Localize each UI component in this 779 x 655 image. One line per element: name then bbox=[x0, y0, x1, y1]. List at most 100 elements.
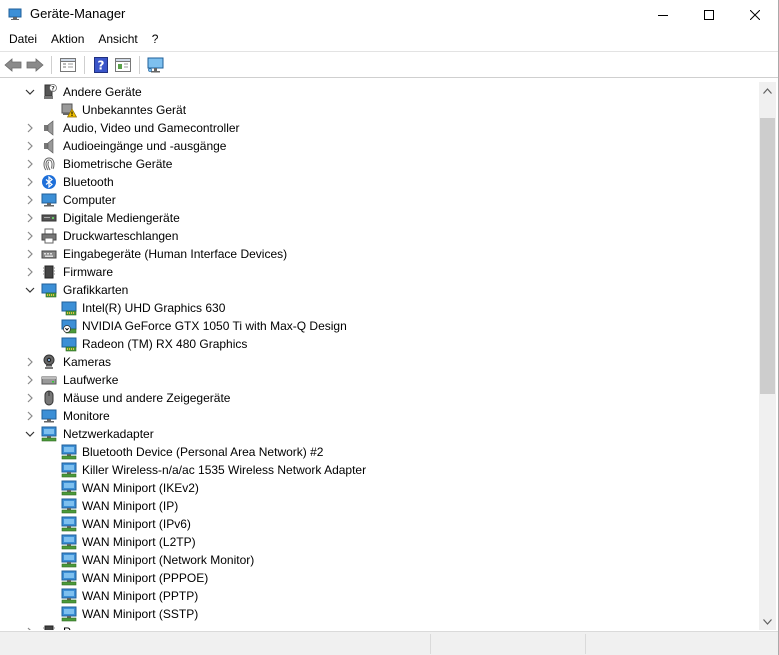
tree-item-label: Radeon (TM) RX 480 Graphics bbox=[82, 337, 248, 351]
tree-category-row[interactable]: Bluetooth bbox=[1, 173, 759, 191]
tree-device-row[interactable]: WAN Miniport (SSTP) bbox=[1, 605, 759, 623]
chevron-right-icon[interactable] bbox=[24, 392, 36, 404]
device-tree[interactable]: ? Andere Geräte Unbekanntes Gerät Audio, Vi… bbox=[1, 82, 759, 630]
chevron-right-icon[interactable] bbox=[24, 356, 36, 368]
close-button[interactable] bbox=[732, 0, 778, 29]
tree-device-row[interactable]: Bluetooth Device (Personal Area Network)… bbox=[1, 443, 759, 461]
properties-view-icon bbox=[60, 57, 76, 72]
chevron-right-icon[interactable] bbox=[24, 212, 36, 224]
tree-category-row[interactable]: Laufwerke bbox=[1, 371, 759, 389]
camera-icon bbox=[43, 354, 55, 369]
menu-aktion[interactable]: Aktion bbox=[44, 29, 91, 49]
tree-category-row[interactable]: P bbox=[1, 623, 759, 630]
tree-category-row[interactable]: Grafikkarten bbox=[1, 281, 759, 299]
tree-item-label: Kameras bbox=[63, 355, 112, 369]
network-adapter-icon bbox=[61, 588, 77, 604]
status-segment bbox=[585, 634, 586, 654]
tree-item-label: Audio, Video und Gamecontroller bbox=[63, 121, 240, 135]
display-adapter-icon bbox=[61, 337, 77, 352]
menu-ansicht[interactable]: Ansicht bbox=[91, 29, 144, 49]
status-segment bbox=[430, 634, 431, 654]
toolbar-separator bbox=[139, 55, 140, 74]
close-icon bbox=[750, 9, 760, 20]
tree-category-row[interactable]: ? Andere Geräte bbox=[1, 83, 759, 101]
tree-device-row[interactable]: WAN Miniport (IPv6) bbox=[1, 515, 759, 533]
tree-category-row[interactable]: Kameras bbox=[1, 353, 759, 371]
speaker-icon bbox=[44, 138, 54, 154]
properties-view-button[interactable] bbox=[57, 54, 79, 76]
maximize-button[interactable] bbox=[686, 0, 732, 29]
minimize-icon bbox=[658, 14, 668, 16]
monitor-icon bbox=[41, 409, 57, 423]
tree-category-row[interactable]: Eingabegeräte (Human Interface Devices) bbox=[1, 245, 759, 263]
scroll-thumb[interactable] bbox=[760, 118, 775, 394]
chevron-right-icon[interactable] bbox=[24, 230, 36, 242]
chevron-right-icon[interactable] bbox=[24, 248, 36, 260]
tree-device-row[interactable]: NVIDIA GeForce GTX 1050 Ti with Max-Q De… bbox=[1, 317, 759, 335]
scroll-up-button[interactable] bbox=[759, 82, 776, 99]
tree-category-row[interactable]: Netzwerkadapter bbox=[1, 425, 759, 443]
tree-item-label: WAN Miniport (PPPOE) bbox=[82, 571, 209, 585]
tree-category-row[interactable]: Mäuse und andere Zeigegeräte bbox=[1, 389, 759, 407]
tree-category-row[interactable]: Monitore bbox=[1, 407, 759, 425]
scroll-down-button[interactable] bbox=[759, 613, 776, 630]
chevron-right-icon[interactable] bbox=[24, 266, 36, 278]
tree-device-row[interactable]: Unbekanntes Gerät bbox=[1, 101, 759, 119]
tree-device-row[interactable]: WAN Miniport (PPTP) bbox=[1, 587, 759, 605]
back-button[interactable] bbox=[2, 54, 24, 76]
chevron-up-icon bbox=[763, 87, 772, 94]
tree-device-row[interactable]: WAN Miniport (IKEv2) bbox=[1, 479, 759, 497]
help-button[interactable]: ? bbox=[90, 54, 112, 76]
chevron-right-icon[interactable] bbox=[24, 176, 36, 188]
tree-item-label: WAN Miniport (SSTP) bbox=[82, 607, 199, 621]
tree-item-label: Unbekanntes Gerät bbox=[82, 103, 187, 117]
menu-datei[interactable]: Datei bbox=[2, 29, 44, 49]
chevron-right-icon[interactable] bbox=[24, 158, 36, 170]
tree-device-row[interactable]: WAN Miniport (Network Monitor) bbox=[1, 551, 759, 569]
chevron-right-icon[interactable] bbox=[24, 410, 36, 422]
forward-button[interactable] bbox=[24, 54, 46, 76]
tree-item-label: Monitore bbox=[63, 409, 110, 423]
tree-device-row[interactable]: WAN Miniport (L2TP) bbox=[1, 533, 759, 551]
svg-text:?: ? bbox=[98, 58, 105, 72]
details-view-button[interactable] bbox=[112, 54, 134, 76]
disabled-display-adapter-icon bbox=[61, 319, 77, 334]
tree-item-label: Druckwarteschlangen bbox=[63, 229, 179, 243]
network-adapter-icon bbox=[61, 534, 77, 550]
tree-item-label: Bluetooth Device (Personal Area Network)… bbox=[82, 445, 324, 459]
menu-help[interactable]: ? bbox=[145, 29, 166, 49]
vertical-scrollbar[interactable] bbox=[759, 82, 776, 630]
tree-category-row[interactable]: Digitale Mediengeräte bbox=[1, 209, 759, 227]
tree-device-row[interactable]: WAN Miniport (PPPOE) bbox=[1, 569, 759, 587]
chevron-right-icon[interactable] bbox=[24, 140, 36, 152]
chevron-down-icon[interactable] bbox=[24, 428, 36, 440]
chevron-down-icon[interactable] bbox=[24, 86, 36, 98]
chip-icon bbox=[43, 265, 55, 279]
tree-device-row[interactable]: Radeon (TM) RX 480 Graphics bbox=[1, 335, 759, 353]
tree-category-row[interactable]: Audio, Video und Gamecontroller bbox=[1, 119, 759, 137]
chevron-down-icon[interactable] bbox=[24, 284, 36, 296]
minimize-button[interactable] bbox=[640, 0, 686, 29]
chevron-right-icon[interactable] bbox=[24, 374, 36, 386]
tree-device-row[interactable]: Intel(R) UHD Graphics 630 bbox=[1, 299, 759, 317]
tree-category-row[interactable]: Computer bbox=[1, 191, 759, 209]
title-bar[interactable]: Geräte-Manager bbox=[0, 0, 778, 29]
help-icon: ? bbox=[94, 56, 108, 73]
chevron-right-icon[interactable] bbox=[24, 194, 36, 206]
chevron-right-icon[interactable] bbox=[24, 626, 36, 630]
tree-category-row[interactable]: Firmware bbox=[1, 263, 759, 281]
tree-device-row[interactable]: Killer Wireless-n/a/ac 1535 Wireless Net… bbox=[1, 461, 759, 479]
tree-device-row[interactable]: WAN Miniport (IP) bbox=[1, 497, 759, 515]
tree-item-label: Intel(R) UHD Graphics 630 bbox=[82, 301, 226, 315]
tree-item-label: Computer bbox=[63, 193, 116, 207]
tree-item-label: P bbox=[63, 624, 71, 630]
scan-hardware-button[interactable] bbox=[145, 54, 167, 76]
tree-category-row[interactable]: Druckwarteschlangen bbox=[1, 227, 759, 245]
back-icon bbox=[4, 57, 22, 72]
network-adapter-icon bbox=[61, 480, 77, 496]
tree-category-row[interactable]: Audioeingänge und -ausgänge bbox=[1, 137, 759, 155]
tree-item-label: WAN Miniport (L2TP) bbox=[82, 535, 196, 549]
fingerprint-icon bbox=[43, 157, 55, 171]
chevron-right-icon[interactable] bbox=[24, 122, 36, 134]
tree-category-row[interactable]: Biometrische Geräte bbox=[1, 155, 759, 173]
